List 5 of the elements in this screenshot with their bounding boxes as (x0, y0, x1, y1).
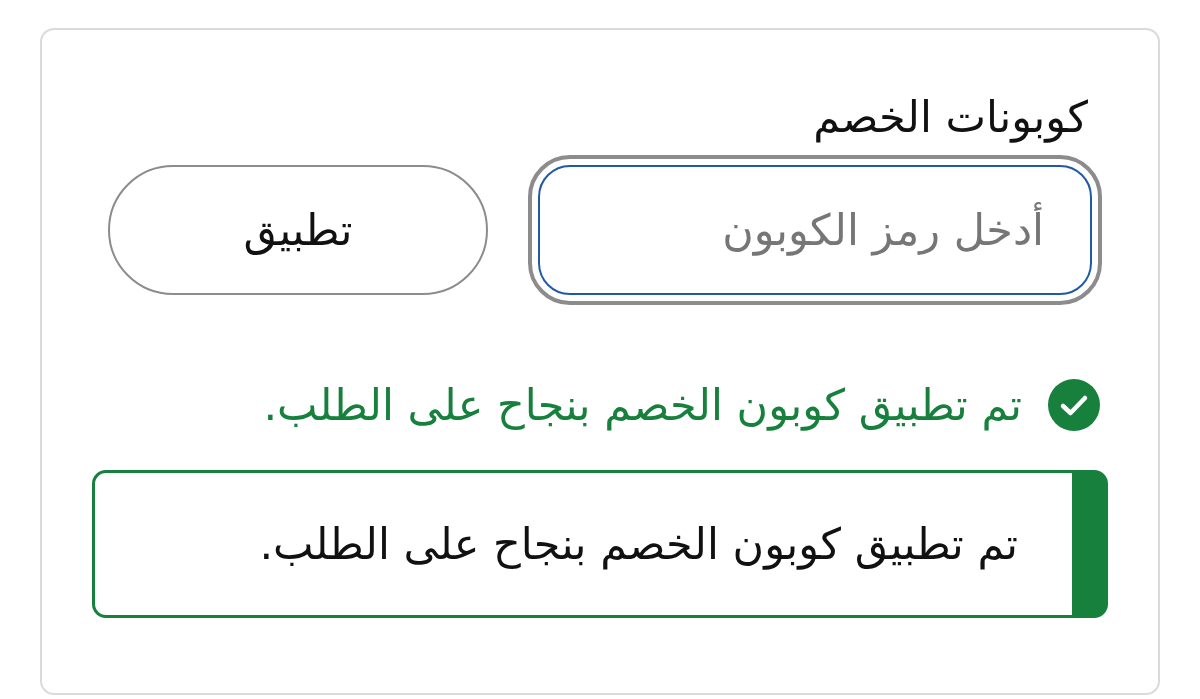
check-circle-icon (1048, 379, 1100, 431)
alert-text: تم تطبيق كوبون الخصم بنجاح على الطلب. (259, 518, 1018, 572)
apply-button[interactable]: تطبيق (108, 165, 488, 295)
card-title: كوبونات الخصم (813, 91, 1088, 145)
success-message: تم تطبيق كوبون الخصم بنجاح على الطلب. (263, 379, 1022, 433)
